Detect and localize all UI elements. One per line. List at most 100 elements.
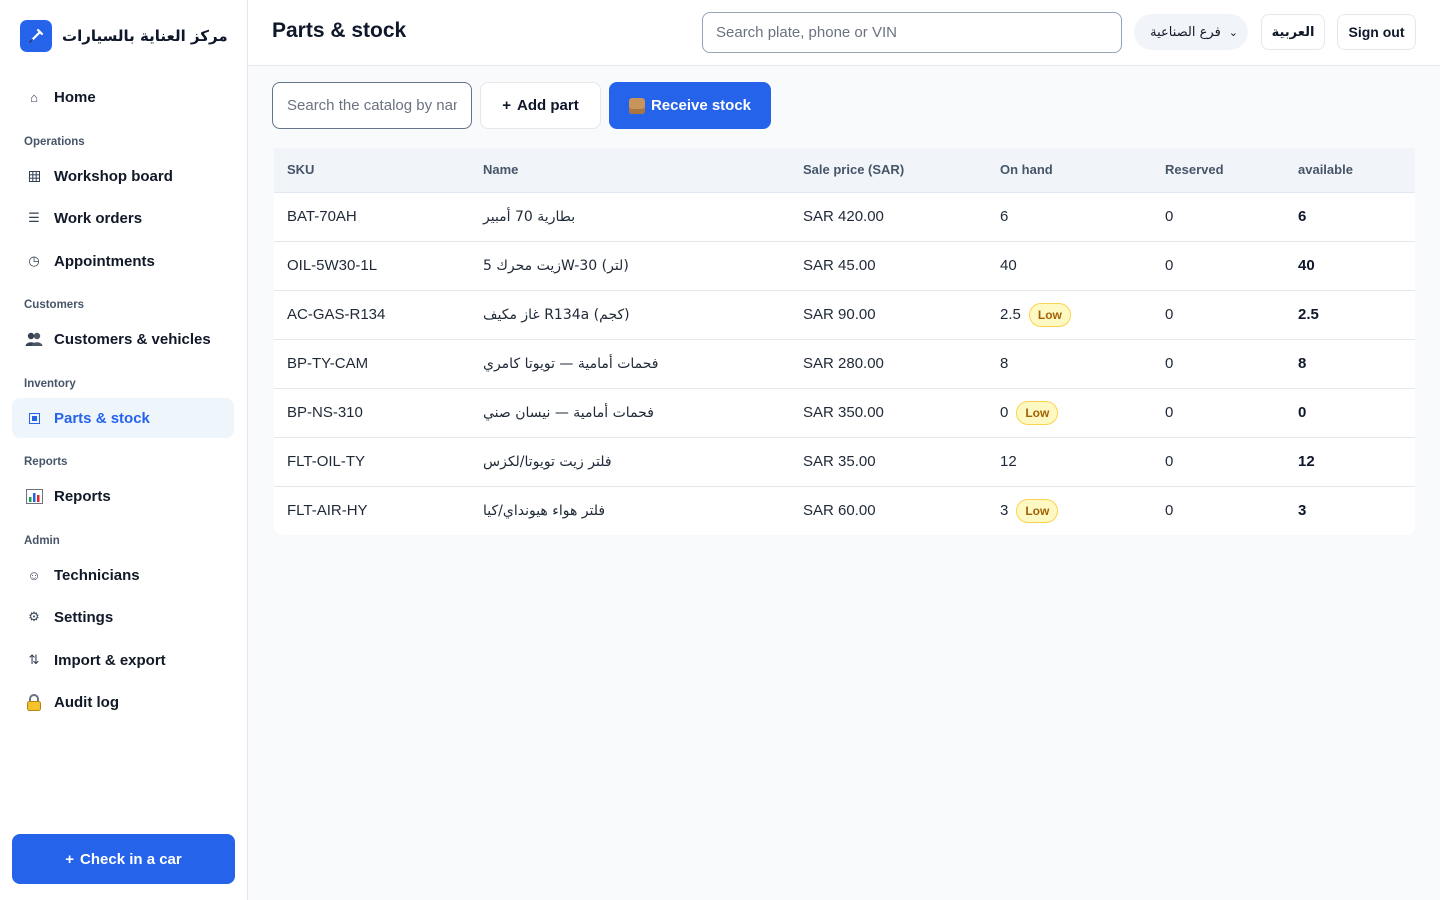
language-toggle-button[interactable]: العربية xyxy=(1261,14,1325,50)
low-stock-badge: Low xyxy=(1028,302,1071,327)
cell-reserved: 0 xyxy=(1165,355,1174,372)
cell-on-hand: 8 xyxy=(987,339,1152,388)
receive-stock-button[interactable]: Receive stock xyxy=(609,82,771,129)
swap-icon: ⇅ xyxy=(28,652,40,667)
smile-icon: ☺ xyxy=(27,567,41,583)
add-part-button[interactable]: + Add part xyxy=(480,82,601,129)
branch-select[interactable]: فرع الصناعية ⌄ xyxy=(1134,14,1248,50)
column-header-on-hand[interactable]: On hand xyxy=(987,148,1152,193)
table-row[interactable]: BP-TY-CAM فحمات أمامية — تويوتا كامري SAR … xyxy=(274,339,1415,388)
cell-reserved: 0 xyxy=(1165,404,1174,421)
sidebar-item-home[interactable]: ⌂ Home xyxy=(12,77,234,117)
check-in-car-button[interactable]: + Check in a car xyxy=(12,834,235,884)
table-row[interactable]: FLT-AIR-HY فلتر هواء هيونداي/كيا SAR 60.00… xyxy=(274,486,1415,535)
cell-available: 12 xyxy=(1298,453,1315,470)
on-hand-value: 12 xyxy=(1000,453,1017,470)
column-header-sku[interactable]: SKU xyxy=(274,148,470,193)
sidebar-item-import-export[interactable]: ⇅ Import & export xyxy=(12,640,234,680)
sidebar-item-audit-log[interactable]: Audit log xyxy=(12,682,234,722)
cell-on-hand: 2.5 Low xyxy=(987,290,1152,339)
add-part-label: Add part xyxy=(517,97,579,114)
table-header-row: SKU Name Sale price (SAR) On hand Reserv… xyxy=(274,148,1415,193)
list-icon: ☰ xyxy=(28,210,40,225)
catalog-search-input[interactable] xyxy=(272,82,472,129)
sidebar-item-reports[interactable]: Reports xyxy=(12,476,234,516)
cell-price: SAR 35.00 xyxy=(803,453,876,470)
cell-sku: BP-NS-310 xyxy=(287,404,363,421)
column-header-reserved[interactable]: Reserved xyxy=(1152,148,1285,193)
parts-table: SKU Name Sale price (SAR) On hand Reserv… xyxy=(274,148,1415,535)
on-hand-value: 2.5 xyxy=(1000,305,1021,323)
plus-icon: + xyxy=(502,97,512,114)
cell-name: فلتر زيت تويوتا/لكزس xyxy=(483,453,612,470)
page-title: Parts & stock xyxy=(272,19,407,42)
sidebar-item-settings[interactable]: ⚙ Settings xyxy=(12,597,234,637)
cell-sku: AC-GAS-R134 xyxy=(287,306,386,323)
table-row[interactable]: BAT-70AH بطارية 70 أمبير SAR 420.00 6 0 6 xyxy=(274,192,1415,241)
cell-name: زيت محرك 5W-30 (لتر) xyxy=(483,257,629,274)
table-row[interactable]: OIL-5W30-1L زيت محرك 5W-30 (لتر) SAR 45.00… xyxy=(274,241,1415,290)
low-stock-badge: Low xyxy=(1016,498,1059,523)
cell-reserved: 0 xyxy=(1165,257,1174,274)
sign-out-button[interactable]: Sign out xyxy=(1337,14,1416,50)
sidebar-item-parts-stock[interactable]: Parts & stock xyxy=(12,398,234,438)
on-hand-value: 3 xyxy=(1000,501,1009,519)
plus-icon: + xyxy=(65,850,75,868)
table-row[interactable]: BP-NS-310 فحمات أمامية — نيسان صني SAR 350… xyxy=(274,388,1415,437)
cell-price: SAR 350.00 xyxy=(803,404,884,421)
sidebar-item-customers-vehicles[interactable]: Customers & vehicles xyxy=(12,319,234,359)
wrench-icon xyxy=(20,19,52,52)
gear-icon: ⚙ xyxy=(28,609,40,624)
sidebar-item-workshop-board[interactable]: Workshop board xyxy=(12,156,234,196)
cell-price: SAR 60.00 xyxy=(803,502,876,520)
cell-available: 2.5 xyxy=(1298,306,1319,323)
on-hand-value: 0 xyxy=(1000,403,1009,421)
sidebar-item-label: Technicians xyxy=(54,566,140,584)
column-header-price[interactable]: Sale price (SAR) xyxy=(790,148,987,193)
cell-available: 3 xyxy=(1298,502,1307,520)
table-row[interactable]: AC-GAS-R134 غاز مكيف R134a (كجم) SAR 90.00… xyxy=(274,290,1415,339)
sidebar-item-label: Customers & vehicles xyxy=(54,330,211,348)
cell-reserved: 0 xyxy=(1165,208,1174,225)
cell-on-hand: 40 xyxy=(987,241,1152,290)
box-icon xyxy=(12,412,54,424)
table-row[interactable]: FLT-OIL-TY فلتر زيت تويوتا/لكزس SAR 35.00 1… xyxy=(274,437,1415,486)
sidebar-item-technicians[interactable]: ☺ Technicians xyxy=(12,555,234,595)
brand-name: مركز العناية بالسيارات xyxy=(62,26,228,45)
cell-on-hand: 3 Low xyxy=(987,486,1152,535)
on-hand-value: 6 xyxy=(1000,208,1009,225)
cell-sku: OIL-5W30-1L xyxy=(287,257,378,274)
cell-available: 6 xyxy=(1298,208,1307,225)
lock-icon xyxy=(12,693,54,711)
cell-name: فلتر هواء هيونداي/كيا xyxy=(483,502,606,519)
cell-sku: BAT-70AH xyxy=(287,208,357,225)
sidebar-item-label: Reports xyxy=(54,487,111,505)
sidebar-item-label: Appointments xyxy=(54,252,155,270)
cell-reserved: 0 xyxy=(1165,502,1174,520)
board-icon xyxy=(12,170,54,182)
cell-available: 40 xyxy=(1298,257,1315,274)
section-operations: Operations xyxy=(24,136,85,148)
top-header: Parts & stock فرع الصناعية ⌄ العربية Sig… xyxy=(248,0,1440,66)
cell-price: SAR 90.00 xyxy=(803,306,876,323)
cell-reserved: 0 xyxy=(1165,306,1174,323)
column-header-name[interactable]: Name xyxy=(470,148,790,193)
home-icon: ⌂ xyxy=(30,89,38,105)
sidebar-item-work-orders[interactable]: ☰ Work orders xyxy=(12,198,234,238)
cell-name: فحمات أمامية — نيسان صني xyxy=(483,404,654,421)
sidebar-item-appointments[interactable]: ◷ Appointments xyxy=(12,241,234,281)
brand[interactable]: مركز العناية بالسيارات xyxy=(20,19,228,52)
cell-name: بطارية 70 أمبير xyxy=(483,208,576,225)
chart-icon xyxy=(12,488,54,504)
package-icon xyxy=(628,97,645,114)
global-search-input[interactable] xyxy=(702,12,1122,53)
cell-price: SAR 420.00 xyxy=(803,208,884,225)
sidebar-item-label: Workshop board xyxy=(54,167,173,185)
cell-sku: FLT-OIL-TY xyxy=(287,453,366,470)
low-stock-badge: Low xyxy=(1016,400,1059,425)
column-header-available[interactable]: available xyxy=(1285,148,1415,193)
cell-sku: BP-TY-CAM xyxy=(287,355,369,372)
cell-name: فحمات أمامية — تويوتا كامري xyxy=(483,355,659,372)
clock-icon: ◷ xyxy=(28,253,40,268)
cell-price: SAR 280.00 xyxy=(803,355,884,372)
